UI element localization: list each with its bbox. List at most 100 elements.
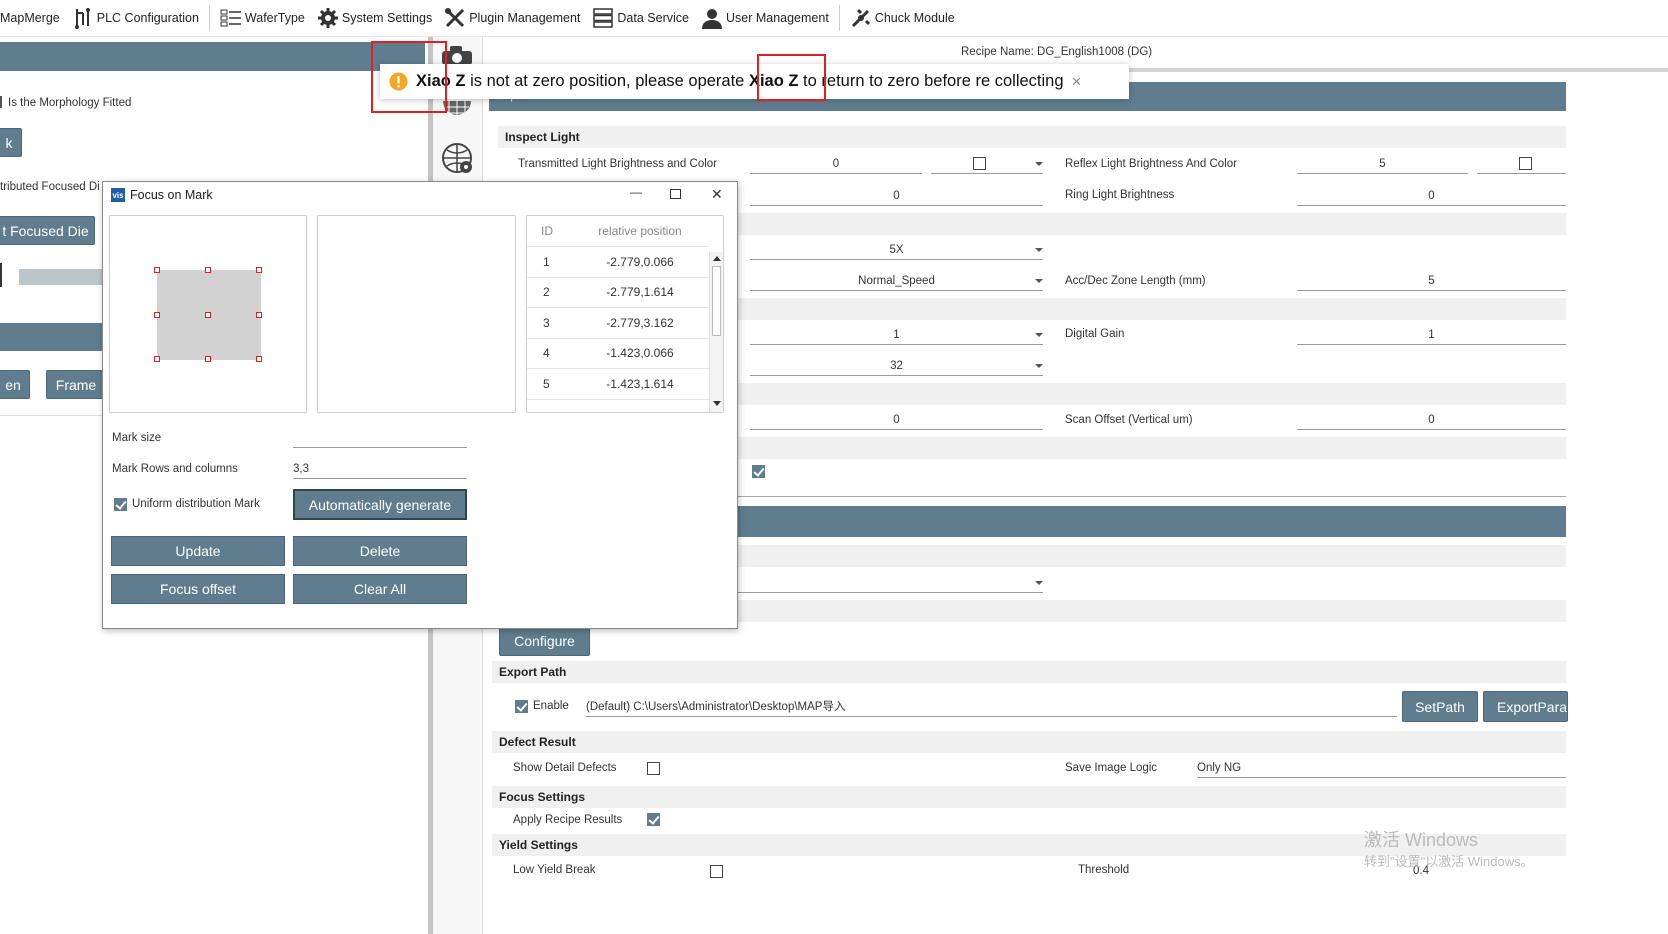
close-icon[interactable]: ✕ — [711, 186, 723, 203]
highlight-box-2 — [757, 54, 826, 101]
table-header-row: ID relative position — [527, 216, 709, 247]
resize-handle[interactable] — [154, 312, 160, 318]
table-row[interactable]: 2 -2.779,1.614 — [527, 277, 709, 308]
table-row[interactable]: 3 -2.779,3.162 — [527, 307, 709, 339]
left-en-button[interactable]: en — [0, 370, 30, 399]
mark-rows-columns-input[interactable]: 3,3 — [293, 459, 467, 479]
warning-toast: Xiao Z is not at zero position, please o… — [380, 64, 1129, 99]
resize-handle[interactable] — [205, 356, 211, 362]
transmitted-light-value[interactable]: 0 — [750, 154, 922, 174]
mark-size-input[interactable] — [293, 428, 467, 448]
toolbar-plugin-management[interactable]: Plugin Management — [438, 0, 586, 37]
focus-offset-button[interactable]: Focus offset — [111, 574, 285, 604]
left-frame-button[interactable]: Frame — [46, 370, 106, 399]
resize-handle[interactable] — [205, 312, 211, 318]
resize-handle[interactable] — [256, 356, 262, 362]
toast-text-2: to return to zero before re collecting — [798, 72, 1064, 90]
focused-die-button[interactable]: t Focused Die — [0, 216, 95, 245]
resize-handle[interactable] — [256, 312, 262, 318]
uniform-distribution-checkbox[interactable] — [114, 498, 127, 511]
chevron-down-icon[interactable] — [1035, 279, 1043, 283]
automatically-generate-button[interactable]: Automatically generate — [293, 489, 467, 520]
scroll-thumb[interactable] — [712, 266, 721, 336]
update-button[interactable]: Update — [111, 536, 285, 566]
globe-settings-icon[interactable] — [440, 141, 476, 177]
chevron-down-icon[interactable] — [1035, 364, 1043, 368]
value-32-select[interactable]: 32 — [750, 356, 1043, 376]
scroll-up-icon[interactable] — [713, 256, 721, 261]
resize-handle[interactable] — [154, 267, 160, 273]
right-checkbox-on[interactable] — [752, 465, 765, 478]
row-offset-value[interactable]: 0 — [750, 410, 1043, 430]
transmitted-color-select[interactable] — [931, 154, 1043, 174]
toast-close-icon[interactable]: × — [1072, 72, 1082, 92]
chevron-down-icon[interactable] — [1035, 333, 1043, 337]
chevron-down-icon[interactable] — [1035, 581, 1043, 585]
left-k-button[interactable]: k — [0, 128, 22, 157]
enable-checkbox[interactable] — [515, 700, 528, 713]
reflex-color-checkbox[interactable] — [1519, 157, 1532, 170]
configure-button[interactable]: Configure — [499, 626, 590, 656]
inspect-light-label: Inspect Light — [505, 130, 580, 144]
chevron-down-icon[interactable] — [1035, 248, 1043, 252]
digital-gain-value[interactable]: 1 — [1297, 325, 1566, 345]
transmitted-color-checkbox[interactable] — [973, 157, 986, 170]
show-detail-defects-checkbox[interactable] — [647, 762, 660, 775]
right-section-header-2 — [738, 506, 1566, 537]
threshold-label: Threshold — [1078, 864, 1130, 876]
export-path-input[interactable]: (Default) C:\Users\Administrator\Desktop… — [586, 697, 1397, 717]
delete-button[interactable]: Delete — [293, 536, 467, 566]
reflex-light-label: Reflex Light Brightness And Color — [1065, 158, 1237, 170]
row-position: -1.423,0.066 — [571, 338, 709, 369]
resize-handle[interactable] — [256, 267, 262, 273]
table-scrollbar[interactable] — [709, 252, 723, 412]
ring-light-value[interactable]: 0 — [1297, 186, 1566, 206]
database-icon — [593, 8, 614, 28]
toolbar-chuck-module[interactable]: Chuck Module — [844, 0, 961, 37]
left-input-edge[interactable] — [0, 263, 2, 287]
minimize-icon[interactable]: — — [630, 185, 642, 199]
toolbar-wafertype[interactable]: WaferType — [214, 0, 311, 37]
tools-icon — [445, 8, 465, 28]
row-position: -2.779,1.614 — [571, 277, 709, 308]
apply-recipe-results-checkbox[interactable] — [647, 813, 660, 826]
setpath-button[interactable]: SetPath — [1402, 691, 1478, 722]
save-image-logic-select[interactable]: Only NG — [1197, 758, 1566, 778]
toolbar-mapmerge[interactable]: MapMerge — [0, 0, 66, 37]
chevron-down-icon[interactable] — [1035, 162, 1043, 166]
resize-handle[interactable] — [154, 356, 160, 362]
toolbar-user-management[interactable]: User Management — [695, 0, 835, 37]
reflex-light-value[interactable]: 5 — [1297, 154, 1468, 174]
speed-select[interactable]: Normal_Speed — [750, 271, 1043, 291]
magnification-select[interactable]: 5X — [750, 240, 1043, 260]
scan-offset-value[interactable]: 0 — [1297, 410, 1566, 430]
table-row[interactable]: 1 -2.779,0.066 — [527, 246, 709, 278]
table-row[interactable]: 5 -1.423,1.614 — [527, 368, 709, 400]
section-row-blank-3 — [738, 383, 1566, 405]
dialog-title-bar[interactable]: vis Focus on Mark — ✕ — [103, 182, 737, 208]
section-row-blank-6 — [738, 600, 1566, 622]
right-select-blank[interactable] — [738, 573, 1043, 593]
user-icon — [701, 9, 722, 29]
mark-preview-panel[interactable] — [109, 215, 307, 413]
scroll-down-icon[interactable] — [713, 401, 721, 406]
gear-icon — [317, 8, 338, 28]
toolbar-plc-configuration[interactable]: PLC Configuration — [66, 0, 205, 37]
defect-result-row — [492, 731, 1566, 753]
acc-dec-value[interactable]: 5 — [1297, 271, 1566, 291]
gain-select[interactable]: 1 — [750, 325, 1043, 345]
section-row-blank-5 — [738, 545, 1566, 567]
toolbar-data-service[interactable]: Data Service — [586, 0, 695, 37]
table-row[interactable]: 4 -1.423,0.066 — [527, 338, 709, 369]
low-yield-break-checkbox[interactable] — [710, 865, 723, 878]
morphology-checkbox-edge[interactable] — [0, 96, 2, 108]
row2-value[interactable]: 0 — [750, 186, 1043, 206]
maximize-icon[interactable] — [670, 189, 681, 199]
save-image-logic-label: Save Image Logic — [1065, 762, 1158, 774]
export-param-button[interactable]: ExportParai — [1483, 691, 1568, 722]
resize-handle[interactable] — [205, 267, 211, 273]
clear-all-button[interactable]: Clear All — [293, 574, 467, 604]
toolbar-system-settings[interactable]: System Settings — [311, 0, 438, 37]
toolbar-separator — [838, 5, 840, 31]
left-section-header — [0, 42, 425, 71]
